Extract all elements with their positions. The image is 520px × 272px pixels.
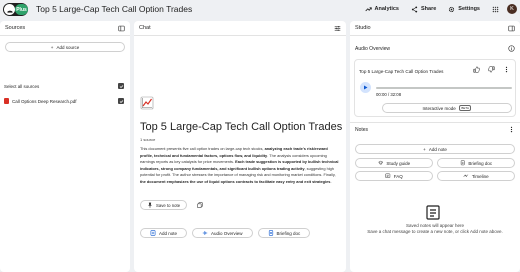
more-vert-icon[interactable] — [503, 66, 510, 73]
timeline-button[interactable]: Timeline — [437, 171, 515, 181]
collapse-panel-icon[interactable] — [508, 25, 515, 32]
audio-progress-bar[interactable] — [376, 87, 512, 89]
school-icon — [377, 161, 384, 165]
audio-overview-chip[interactable]: Audio Overview — [192, 228, 253, 238]
empty-notes-icon — [426, 205, 440, 220]
plus-badge: Plus — [15, 4, 28, 15]
apps-grid-icon[interactable] — [492, 6, 499, 13]
audio-actions — [473, 66, 510, 73]
study-guide-button[interactable]: Study guide — [355, 158, 433, 168]
thumbs-up-icon[interactable] — [473, 66, 480, 73]
select-all-label: Select all sources — [4, 83, 40, 89]
notebook-guide-title: Top 5 Large-Cap Tech Call Option Trades — [140, 121, 343, 133]
audio-wave-icon — [202, 231, 208, 235]
play-icon — [364, 85, 368, 90]
add-note-chip-label: Add note — [159, 230, 178, 236]
timeline-icon — [463, 174, 469, 178]
play-button[interactable] — [360, 82, 371, 93]
audio-title: Top 5 Large-Cap Tech Call Option Trades — [359, 69, 444, 74]
chart-emoji-icon — [140, 96, 154, 110]
more-vert-icon[interactable] — [508, 126, 515, 133]
analytics-label: Analytics — [374, 6, 399, 12]
save-to-note-label: Save to note — [156, 202, 181, 208]
select-all-row[interactable]: Select all sources — [0, 83, 130, 89]
interactive-mode-label: Interactive mode — [422, 105, 456, 111]
share-icon — [411, 5, 418, 13]
summary-text: . — [330, 178, 332, 184]
chat-panel: Chat Top 5 Large-Cap Tech Call Option Tr… — [134, 21, 346, 272]
briefing-doc-label: Briefing doc — [468, 160, 493, 166]
notes-label: Notes — [355, 127, 369, 133]
source-checkbox[interactable] — [118, 98, 124, 104]
info-icon[interactable] — [508, 45, 515, 52]
briefing-doc-chip[interactable]: Briefing doc — [257, 228, 311, 238]
source-item-label-wrap: Call Options Deep Research.pdf — [4, 98, 77, 104]
collapse-panel-icon[interactable] — [118, 25, 125, 32]
add-source-label: Add source — [56, 44, 80, 50]
interactive-mode-button[interactable]: Interactive mode BETA — [382, 103, 512, 113]
add-note-button[interactable]: + Add note — [355, 144, 515, 154]
thumbs-down-icon[interactable] — [488, 66, 495, 73]
share-label: Share — [421, 6, 437, 12]
source-count: 1 source — [140, 137, 156, 142]
sources-panel: Sources + Add source Select all sources … — [0, 21, 130, 272]
audio-overview-label: Audio Overview — [355, 46, 391, 52]
audio-time: 00:00 / 32:08 — [376, 92, 402, 97]
analytics-button[interactable]: Analytics — [364, 6, 399, 13]
suggestion-chips: Add note Audio Overview Briefing doc — [140, 228, 311, 238]
study-guide-label: Study guide — [386, 160, 411, 166]
empty-notes-subtitle: Save a chat message to create a new note… — [367, 229, 503, 234]
studio-header: Studio — [350, 21, 520, 36]
pdf-icon — [4, 98, 9, 104]
sources-title: Sources — [5, 25, 26, 31]
beta-badge: BETA — [458, 105, 472, 111]
copy-icon[interactable] — [197, 202, 203, 208]
plus-icon: + — [423, 146, 426, 152]
audio-overview-chip-label: Audio Overview — [211, 230, 243, 236]
add-note-label: Add note — [428, 146, 447, 152]
notebook-summary: This document presents five call option … — [140, 146, 340, 185]
document-icon — [460, 160, 465, 166]
notebooklm-logo[interactable]: Plus — [3, 3, 28, 16]
trending-up-icon — [364, 6, 372, 11]
audio-overview-card: Top 5 Large-Cap Tech Call Option Trades … — [354, 59, 516, 117]
help-icon — [385, 173, 391, 179]
document-icon — [268, 230, 273, 236]
faq-button[interactable]: FAQ — [355, 171, 433, 181]
plus-icon: + — [50, 44, 54, 50]
source-item[interactable]: Call Options Deep Research.pdf — [0, 98, 130, 104]
settings-button[interactable]: Settings — [448, 6, 480, 13]
chat-title-label: Chat — [139, 25, 151, 31]
top-bar: Plus Top 5 Large-Cap Tech Call Option Tr… — [0, 0, 520, 20]
source-item-name: Call Options Deep Research.pdf — [12, 98, 77, 104]
settings-label: Settings — [458, 6, 480, 12]
top-actions: Analytics Share Settings K — [364, 4, 520, 14]
sources-header: Sources — [0, 21, 130, 36]
share-button[interactable]: Share — [411, 5, 437, 13]
studio-title: Studio — [355, 25, 371, 31]
add-note-chip[interactable]: Add note — [140, 228, 188, 238]
select-all-checkbox[interactable] — [118, 83, 124, 89]
summary-text: This document presents five call option … — [140, 146, 265, 151]
notebook-title[interactable]: Top 5 Large-Cap Tech Call Option Trades — [36, 4, 192, 14]
note-add-icon — [150, 230, 156, 236]
chat-body: Top 5 Large-Cap Tech Call Option Trades … — [134, 36, 346, 272]
faq-label: FAQ — [393, 173, 403, 179]
save-to-note-button[interactable]: Save to note — [140, 200, 188, 210]
briefing-doc-button[interactable]: Briefing doc — [437, 158, 515, 168]
tune-icon[interactable] — [334, 25, 341, 32]
logo-icon — [4, 4, 15, 15]
add-source-button[interactable]: + Add source — [5, 42, 125, 52]
avatar[interactable]: K — [507, 4, 517, 14]
section-divider — [350, 122, 520, 123]
briefing-doc-chip-label: Briefing doc — [276, 230, 301, 236]
studio-panel: Studio Audio Overview Top 5 Large-Cap Te… — [350, 21, 520, 272]
gear-icon — [449, 6, 455, 12]
chat-header: Chat — [134, 21, 346, 36]
empty-notes-title: Saved notes will appear here — [405, 223, 465, 228]
pin-icon — [148, 202, 152, 208]
timeline-label: Timeline — [471, 173, 489, 179]
summary-highlight: the document emphasizes the use of liqui… — [140, 178, 331, 184]
